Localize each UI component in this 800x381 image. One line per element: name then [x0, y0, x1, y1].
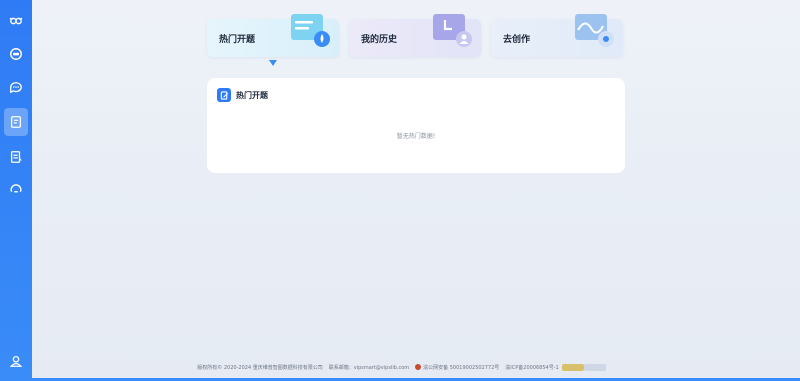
footer-icp[interactable]: 渝ICP备20006854号-1 [505, 364, 558, 371]
panel-header: 热门开题 [217, 88, 268, 102]
footer: 版权所有© 2020-2024 重庆维普智图数据科技有限公司 联系邮箱：vips… [0, 361, 800, 373]
history-illustration-icon [433, 14, 472, 47]
footer-copyright: 版权所有© 2020-2024 重庆维普智图数据科技有限公司 [197, 364, 323, 371]
hot-topics-panel: 热门开题 暂无热门数据! [207, 78, 625, 173]
tab-hot-topics[interactable]: 热门开题 [207, 14, 339, 57]
footer-email[interactable]: 联系邮箱：vipsmart@vipslib.com [329, 364, 409, 371]
sidebar [0, 0, 32, 381]
notebook-icon[interactable] [4, 145, 28, 169]
active-tab-indicator [269, 60, 277, 66]
security-badge-icon[interactable] [583, 363, 606, 371]
tab-go-create[interactable]: 去创作 [491, 14, 623, 57]
ai-ring-icon[interactable] [4, 42, 28, 66]
panel-title: 热门开题 [236, 90, 268, 100]
edit-document-icon [217, 88, 231, 102]
create-illustration-icon [575, 14, 614, 47]
footer-police-record[interactable]: 渝公网安备 50019002502772号 [415, 364, 499, 371]
cycle-icon[interactable] [4, 178, 28, 202]
chat-bubble-icon[interactable] [4, 75, 28, 99]
tab-my-history[interactable]: 我的历史 [349, 14, 481, 57]
tab-hot-topics-label: 热门开题 [219, 34, 256, 45]
tab-my-history-label: 我的历史 [361, 34, 398, 45]
tab-go-create-label: 去创作 [503, 34, 531, 45]
hot-topic-illustration-icon [291, 14, 330, 47]
police-badge-icon [415, 364, 422, 370]
empty-state-text: 暂无热门数据! [396, 133, 436, 140]
logo-owl-icon[interactable] [4, 9, 28, 33]
certification-badge-icon[interactable] [561, 363, 584, 371]
document-icon[interactable] [4, 108, 28, 136]
